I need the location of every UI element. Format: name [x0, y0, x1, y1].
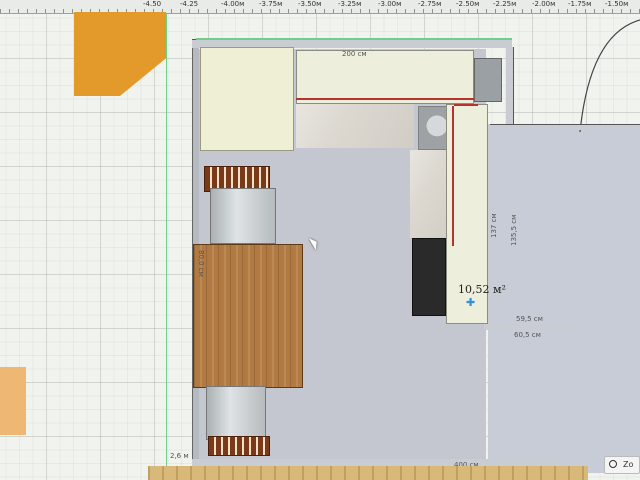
- zoom-button[interactable]: Zo: [604, 456, 640, 474]
- dimension-cabinet-a: 137 см: [490, 213, 498, 238]
- ruler-tick: -3.25м: [338, 0, 362, 8]
- ruler-tick: -3.00м: [378, 0, 402, 8]
- dimension-table: 80,0 см: [197, 250, 205, 277]
- floor-plan-canvas[interactable]: -4.50 -4.25 -4.00м -3.75м -3.50м -3.25м …: [0, 0, 640, 480]
- dimension-top: 200 см: [342, 50, 367, 58]
- chair-top[interactable]: [210, 188, 276, 244]
- wall-stub[interactable]: [484, 324, 574, 330]
- ruler-tick: -2.75м: [418, 0, 442, 8]
- ruler-tick: -1.50м: [605, 0, 629, 8]
- side-cabinet[interactable]: [0, 367, 26, 435]
- adjacent-room-floor[interactable]: [488, 128, 640, 473]
- dimension-small-b: 60,5 см: [514, 331, 541, 339]
- ruler-tick: -2.00м: [532, 0, 556, 8]
- countertop[interactable]: [296, 104, 414, 148]
- dimension-cabinet-b: 135,5 см: [510, 214, 518, 246]
- dimension-bottom-left: 2,6 м: [170, 452, 189, 460]
- dimension-small-a: 59,5 см: [516, 315, 543, 323]
- corner-cabinet[interactable]: [74, 12, 166, 96]
- ruler-tick: -4.00м: [221, 0, 245, 8]
- ruler-tick: -3.50м: [298, 0, 322, 8]
- fridge[interactable]: [474, 58, 502, 102]
- dining-table[interactable]: [193, 244, 303, 388]
- door-swing-arc: [579, 19, 640, 133]
- ruler-tick: -3.75м: [259, 0, 283, 8]
- selection-outline-side: [452, 106, 454, 246]
- oven[interactable]: [412, 238, 446, 316]
- wall-right-upper[interactable]: [506, 47, 514, 125]
- zoom-label: Zo: [623, 460, 634, 469]
- ruler-tick: -4.25: [180, 0, 199, 8]
- ruler-tick: -2.50м: [456, 0, 480, 8]
- ruler-tick: -4.50: [143, 0, 162, 8]
- top-ruler[interactable]: -4.50 -4.25 -4.00м -3.75м -3.50м -3.25м …: [0, 0, 640, 14]
- zoom-icon: [609, 460, 617, 468]
- wall-top-highlight: [196, 38, 512, 40]
- ruler-tick: -1.75м: [568, 0, 592, 8]
- floor-texture-strip: [148, 466, 588, 480]
- selection-outline-corner: [454, 104, 478, 106]
- move-icon[interactable]: ✚: [466, 296, 475, 309]
- upper-cabinet-run[interactable]: [296, 50, 474, 104]
- ruler-tick: -2.25м: [493, 0, 517, 8]
- tall-cabinet[interactable]: [200, 47, 294, 151]
- guide-line: [166, 14, 167, 466]
- chair-bottom[interactable]: [206, 386, 266, 440]
- chair-back-bottom: [208, 436, 270, 456]
- room-area-label[interactable]: 10,52 м²: [458, 283, 506, 296]
- selection-outline: [296, 98, 476, 100]
- wall-corridor[interactable]: [490, 124, 640, 130]
